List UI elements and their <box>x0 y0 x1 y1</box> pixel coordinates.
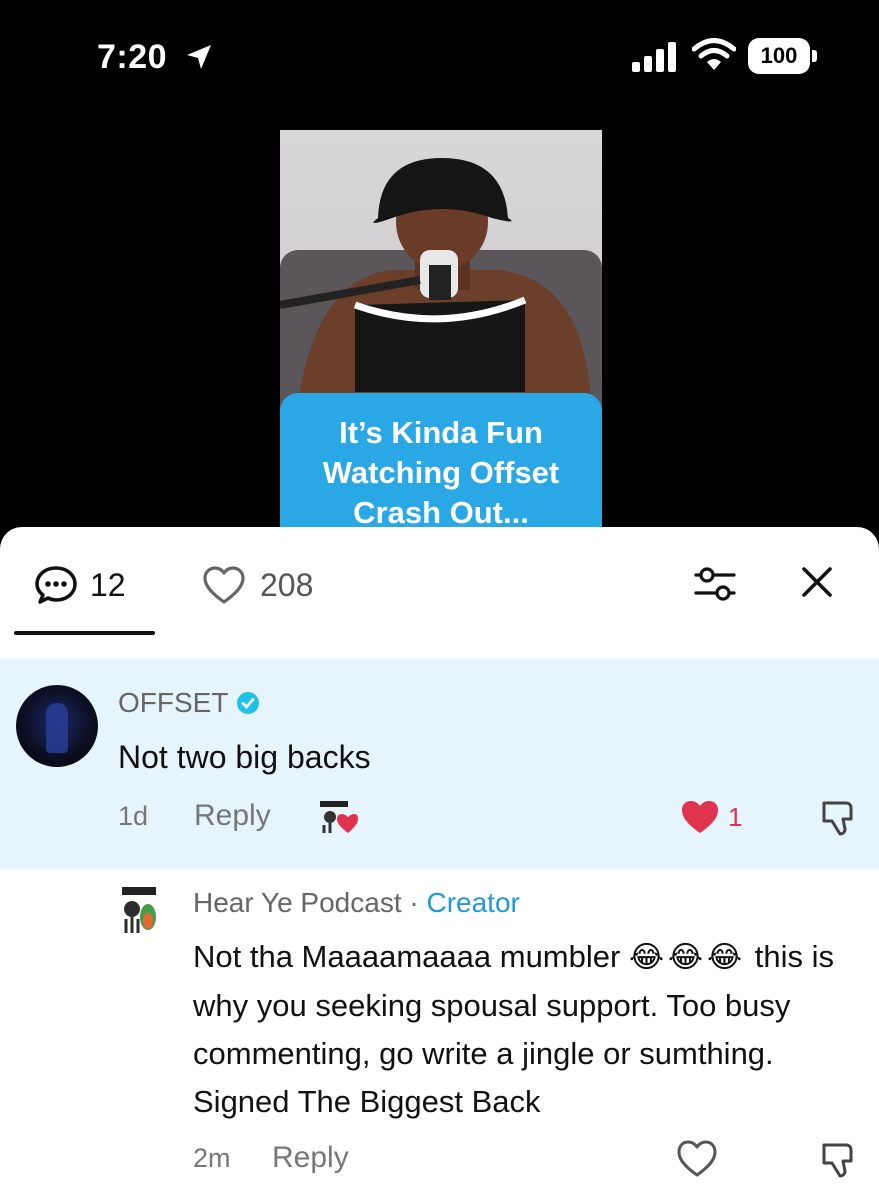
filter-icon[interactable] <box>693 563 737 605</box>
status-time: 7:20 <box>97 38 168 76</box>
comment-count: 12 <box>90 566 126 603</box>
dislike-icon[interactable] <box>818 797 858 837</box>
creator-avatar[interactable] <box>118 885 160 935</box>
wifi-icon <box>692 38 736 70</box>
heart-outline-icon[interactable] <box>676 1139 718 1179</box>
liked-by-creator-icon <box>320 801 358 833</box>
reply-button[interactable]: Reply <box>194 799 271 833</box>
battery-level: 100 <box>748 38 810 74</box>
creator-badge: Creator <box>426 887 520 918</box>
emoji-laugh-cry: 😂😂😂 <box>628 941 747 974</box>
status-bar: 7:20 100 <box>0 0 879 110</box>
close-icon[interactable] <box>800 565 834 599</box>
like-count: 208 <box>260 566 314 603</box>
video-caption: It’s Kinda Fun Watching Offset Crash Out… <box>280 393 602 533</box>
caption-line-2: Watching Offset <box>322 455 560 490</box>
comments-header: 12 208 <box>0 527 879 637</box>
video-area[interactable]: It’s Kinda Fun Watching Offset Crash Out… <box>0 110 879 550</box>
comment-author[interactable]: Hear Ye Podcast · Creator <box>193 887 520 919</box>
comment-text-part-1: Not tha Maaaamaaaa mumbler <box>193 939 621 974</box>
comment-text: Not two big backs <box>118 739 371 775</box>
comment-time: 1d <box>118 801 149 831</box>
comment-author[interactable]: OFFSET <box>118 687 260 719</box>
avatar[interactable] <box>16 685 98 767</box>
heart-filled-icon <box>682 801 718 833</box>
reply-button[interactable]: Reply <box>272 1141 349 1175</box>
caption-line-1: It’s Kinda Fun <box>339 415 543 450</box>
comment-author-name[interactable]: OFFSET <box>118 687 228 719</box>
comment-like-button[interactable]: 1 <box>680 799 742 835</box>
tab-likes[interactable]: 208 <box>202 565 313 605</box>
location-arrow-icon <box>187 45 211 69</box>
battery-icon: 100 <box>748 38 818 74</box>
comment-text: Not tha Maaaamaaaa mumbler 😂😂😂 this is w… <box>193 933 863 1126</box>
heart-outline-icon <box>203 566 245 604</box>
comment-bubble-icon <box>35 566 77 604</box>
comment-author-name[interactable]: Hear Ye Podcast <box>193 887 402 918</box>
active-tab-indicator <box>14 631 155 635</box>
name-separator: · <box>401 887 427 918</box>
comment-like-count: 1 <box>728 801 743 832</box>
signal-icon <box>632 42 676 72</box>
dislike-icon[interactable] <box>818 1139 858 1179</box>
tab-comments[interactable]: 12 <box>34 565 126 605</box>
comment-time: 2m <box>193 1143 231 1173</box>
verified-badge-icon <box>237 692 260 714</box>
comments-sheet: 12 208 OFFSET Not two big backs 1d Reply… <box>0 527 879 1200</box>
